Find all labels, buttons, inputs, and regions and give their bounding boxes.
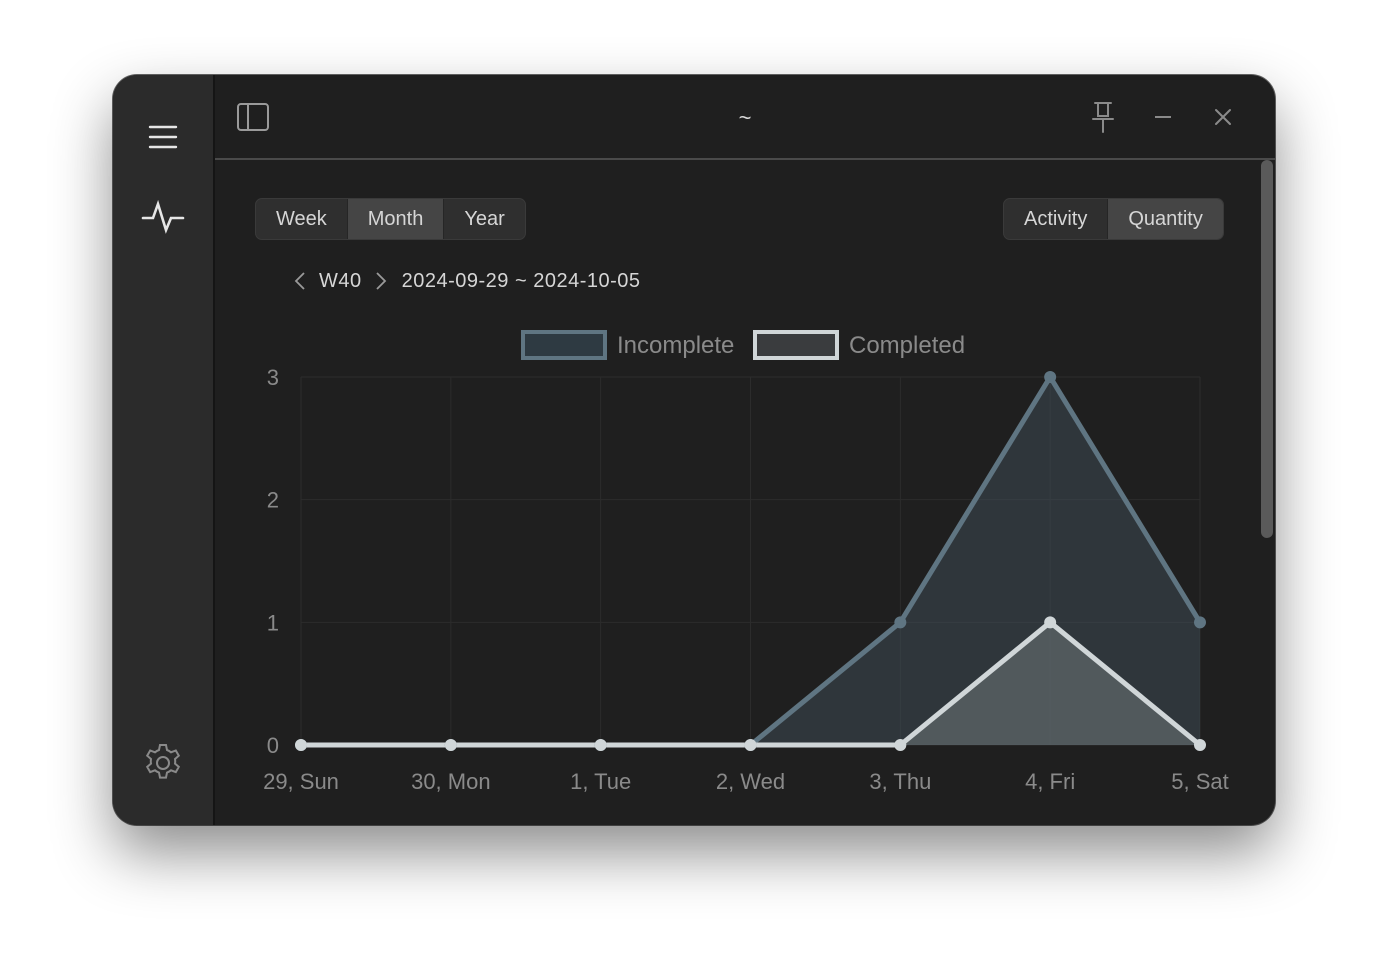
y-tick-label: 1: [267, 610, 279, 635]
gear-icon[interactable]: [141, 741, 185, 785]
legend-label: Completed: [849, 332, 965, 359]
title-bar: ~: [215, 75, 1275, 160]
data-point-incomplete: [1194, 616, 1206, 629]
close-icon[interactable]: [1203, 97, 1243, 137]
tab-activity[interactable]: Activity: [1004, 199, 1107, 239]
y-axis-ticks: 0 1 2 3: [267, 365, 279, 758]
tab-week[interactable]: Week: [256, 199, 347, 239]
data-point-completed: [744, 739, 757, 751]
x-axis-ticks: 29, Sun 30, Mon 1, Tue 2, Wed 3, Thu 4, Fri 5,…: [263, 769, 1229, 794]
data-point-completed: [894, 739, 907, 751]
x-tick-label: 5, Sat: [1171, 769, 1228, 794]
data-point-completed: [1194, 739, 1206, 751]
main-content: Week Month Year Activity Quantity W40 20…: [215, 160, 1275, 825]
app-window: ~ Week Month Year Activity Quantity W40 …: [113, 75, 1275, 825]
pin-icon[interactable]: [1083, 97, 1123, 137]
chevron-left-icon[interactable]: [285, 266, 315, 296]
range-tab-group: Week Month Year: [255, 198, 526, 240]
x-tick-label: 4, Fri: [1025, 769, 1075, 794]
data-point-completed: [295, 739, 307, 751]
mode-tab-group: Activity Quantity: [1003, 198, 1224, 240]
legend-label: Incomplete: [617, 332, 734, 359]
data-point-completed: [444, 739, 457, 751]
x-tick-label: 2, Wed: [716, 769, 785, 794]
legend-swatch: [521, 330, 607, 360]
week-label: W40: [319, 269, 362, 292]
minimize-icon[interactable]: [1143, 97, 1183, 137]
tab-year[interactable]: Year: [443, 199, 524, 239]
chevron-right-icon[interactable]: [366, 266, 396, 296]
x-tick-label: 30, Mon: [411, 769, 491, 794]
x-tick-label: 1, Tue: [570, 769, 631, 794]
y-tick-label: 0: [267, 733, 279, 758]
data-point-incomplete: [1044, 371, 1057, 383]
quantity-chart: Incomplete Completed 0 1 2 3 29, Sun 30, Mon 1…: [263, 330, 1229, 794]
chart-legend: Incomplete Completed: [521, 330, 965, 360]
period-navigator: W40 2024-09-29 ~ 2024-10-05: [285, 266, 641, 296]
tab-month[interactable]: Month: [346, 199, 444, 239]
data-point-completed: [594, 739, 607, 751]
hamburger-menu-icon[interactable]: [141, 115, 185, 159]
data-point-completed: [1044, 616, 1057, 629]
tab-quantity[interactable]: Quantity: [1107, 199, 1223, 239]
date-range-label: 2024-09-29 ~ 2024-10-05: [401, 269, 641, 292]
activity-pulse-icon[interactable]: [141, 195, 185, 239]
scrollbar[interactable]: [1259, 160, 1273, 825]
y-tick-label: 3: [267, 365, 279, 390]
y-tick-label: 2: [267, 488, 279, 513]
data-point-incomplete: [894, 616, 907, 629]
scrollbar-thumb[interactable]: [1261, 160, 1273, 538]
x-tick-label: 29, Sun: [263, 769, 339, 794]
x-tick-label: 3, Thu: [869, 769, 931, 794]
sidebar: [113, 75, 215, 825]
legend-swatch: [753, 330, 839, 360]
